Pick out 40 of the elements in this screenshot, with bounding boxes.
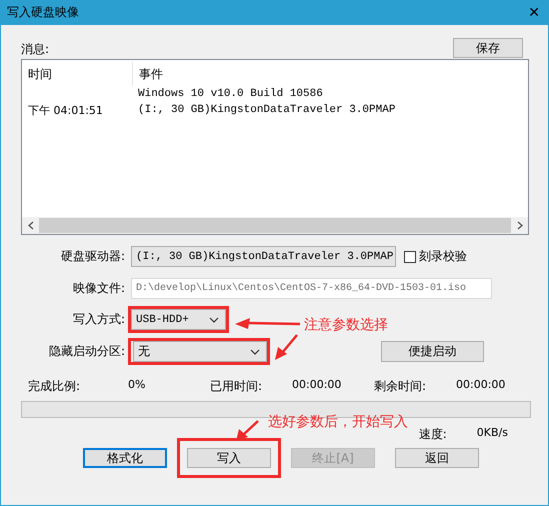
field-label: 隐藏启动分区: [48,343,126,360]
dropdown[interactable]: 无 [133,341,267,362]
field-label: 写入方式: [72,311,126,328]
dialog-button[interactable]: 写入 [187,448,271,468]
quick-boot-button[interactable]: 便捷启动 [381,341,484,362]
messages-label: 消息: [21,41,50,58]
save-button[interactable]: 保存 [453,38,523,58]
progress-label: 已用时间: [210,378,264,394]
checkbox[interactable] [404,250,416,262]
dropdown[interactable]: (I:, 30 GB)KingstonDataTraveler 3.0PMAP [131,246,396,267]
event-cell-text: Windows 10 v10.0 Build 10586 [137,88,323,100]
horizontal-scrollbar[interactable] [22,217,528,234]
annotation-arrow [234,318,300,330]
dropdown[interactable]: USB-HDD+ [131,309,226,330]
progress-value: 00:00:00 [456,378,506,392]
file-path-field[interactable]: D:\develop\Linux\Centos\CentOS-7-x86_64-DVD-1503-01.iso [131,278,492,299]
checkbox-label[interactable]: 刻录校验 [419,248,467,265]
field-label: 映像文件: [72,280,126,297]
progress-value: 00:00:00 [292,378,342,392]
time-cell: 下午 04:01:51 [28,104,103,116]
scroll-right-icon[interactable] [516,221,522,230]
chevron-icon [209,316,219,322]
dialog-button[interactable]: 返回 [395,448,479,468]
speed-value: 0KB/s [476,426,508,441]
window-title: 写入硬盘映像 [7,4,79,21]
column-header[interactable]: 事件 [133,66,163,82]
progress-label: 剩余时间: [374,378,428,394]
dialog-button[interactable]: 格式化 [83,448,167,468]
progress-label: 完成比例: [28,378,82,394]
field-label: 硬盘驱动器: [60,248,126,265]
close-button[interactable]: ✕ [528,4,540,20]
event-cell-text: (I:, 30 GB)KingstonDataTraveler 3.0PMAP [137,104,396,116]
scroll-left-icon[interactable] [28,221,34,230]
annotation-text: 注意参数选择 [304,316,388,334]
speed-label: 速度: [418,426,447,442]
progress-value: 0% [128,378,146,392]
chevron-icon [250,348,260,354]
annotation-arrow [274,334,298,361]
column-header[interactable]: 时间 [22,66,52,82]
annotation-text: 选好参数后，开始写入 [268,413,408,431]
